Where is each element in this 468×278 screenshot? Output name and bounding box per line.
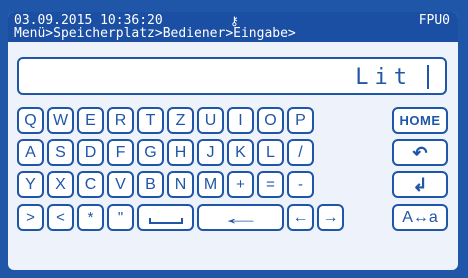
- key-w[interactable]: W: [47, 107, 74, 134]
- key-n[interactable]: N: [167, 171, 194, 198]
- space-bar-icon: [148, 217, 183, 224]
- key-k[interactable]: K: [227, 139, 254, 166]
- entry-value: Lit: [355, 65, 413, 90]
- arrow-right-icon: →: [322, 208, 339, 226]
- key-a[interactable]: A: [17, 139, 44, 166]
- key-plus[interactable]: +: [227, 171, 254, 198]
- home-button[interactable]: HOME: [392, 107, 448, 134]
- arrow-left-icon: ←: [292, 208, 309, 226]
- backspace-key[interactable]: ←: [197, 204, 284, 231]
- touch-screen: 03.09.2015 10:36:20 ⚷ FPU0 Menü>Speicher…: [8, 12, 458, 270]
- text-cursor: [427, 65, 429, 89]
- text-entry-field[interactable]: Lit: [17, 57, 447, 95]
- key-x[interactable]: X: [47, 171, 74, 198]
- key-r[interactable]: R: [107, 107, 134, 134]
- key-f[interactable]: F: [107, 139, 134, 166]
- key-e[interactable]: E: [77, 107, 104, 134]
- key-v[interactable]: V: [107, 171, 134, 198]
- device-id: FPU0: [418, 13, 450, 28]
- key-asterisk[interactable]: *: [77, 204, 104, 231]
- space-key[interactable]: [137, 204, 194, 231]
- undo-icon: ↶: [412, 142, 428, 163]
- key-t[interactable]: T: [137, 107, 164, 134]
- key-greater-than[interactable]: >: [17, 204, 44, 231]
- key-y[interactable]: Y: [17, 171, 44, 198]
- key-i[interactable]: I: [227, 107, 254, 134]
- key-c[interactable]: C: [77, 171, 104, 198]
- key-j[interactable]: J: [197, 139, 224, 166]
- case-toggle-button[interactable]: A↔a: [392, 204, 448, 231]
- key-p[interactable]: P: [287, 107, 314, 134]
- key-equals[interactable]: =: [257, 171, 284, 198]
- key-less-than[interactable]: <: [47, 204, 74, 231]
- key-s[interactable]: S: [47, 139, 74, 166]
- key-u[interactable]: U: [197, 107, 224, 134]
- key-o[interactable]: O: [257, 107, 284, 134]
- key-h[interactable]: H: [167, 139, 194, 166]
- key-l[interactable]: L: [257, 139, 284, 166]
- undo-button[interactable]: ↶: [392, 139, 448, 166]
- key-b[interactable]: B: [137, 171, 164, 198]
- key-slash[interactable]: /: [287, 139, 314, 166]
- key-minus[interactable]: -: [287, 171, 314, 198]
- key-m[interactable]: M: [197, 171, 224, 198]
- cursor-left-key[interactable]: ←: [287, 204, 314, 231]
- key-g[interactable]: G: [137, 139, 164, 166]
- enter-icon: ↲: [412, 174, 428, 195]
- key-q[interactable]: Q: [17, 107, 44, 134]
- enter-button[interactable]: ↲: [392, 171, 448, 198]
- backspace-arrow-icon: ←: [218, 207, 263, 228]
- breadcrumb: Menü>Speicherplatz>Bediener>Eingabe>: [14, 26, 296, 41]
- key-quote[interactable]: ": [107, 204, 134, 231]
- cursor-right-key[interactable]: →: [317, 204, 344, 231]
- key-d[interactable]: D: [77, 139, 104, 166]
- key-z[interactable]: Z: [167, 107, 194, 134]
- status-bar: 03.09.2015 10:36:20 ⚷ FPU0 Menü>Speicher…: [8, 12, 458, 42]
